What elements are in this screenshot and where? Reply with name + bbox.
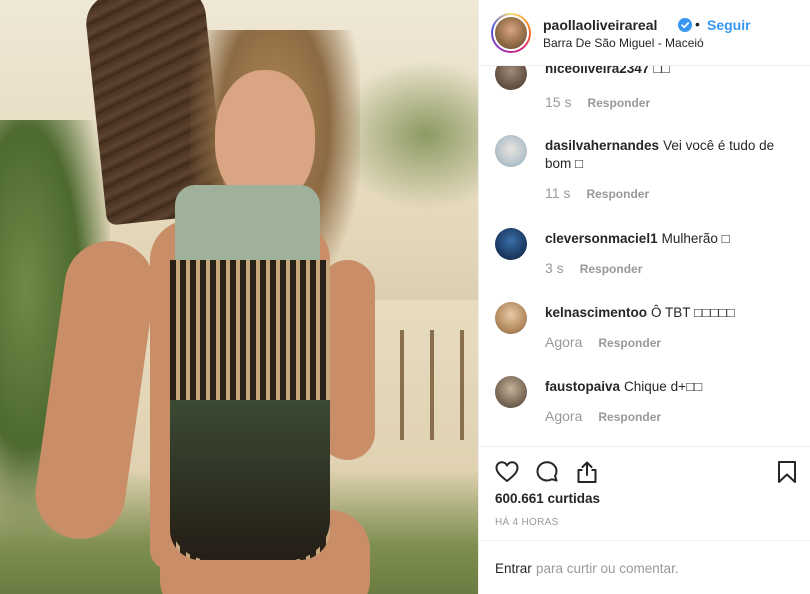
- comment-text: niceoliveira2347 □□: [545, 66, 785, 78]
- photo-fence-post: [430, 330, 434, 440]
- photo-arm-left: [29, 235, 161, 545]
- reply-button[interactable]: Responder: [580, 262, 643, 276]
- post-actions-bar: [479, 446, 810, 492]
- comment-list[interactable]: niceoliveira2347 □□ 15 s Responder dasilva…: [479, 66, 810, 446]
- photo-fence-post: [460, 330, 464, 440]
- comment-time[interactable]: Agora: [545, 334, 582, 350]
- comment-time[interactable]: 11 s: [545, 185, 570, 201]
- author-avatar-image: [493, 15, 529, 51]
- login-prompt-text: para curtir ou comentar.: [536, 561, 679, 576]
- reply-button[interactable]: Responder: [598, 410, 661, 424]
- author-username-link[interactable]: paollaoliveirareal: [543, 17, 657, 33]
- login-link[interactable]: Entrar: [495, 561, 532, 576]
- reply-button[interactable]: Responder: [586, 187, 649, 201]
- comment-time[interactable]: Agora: [545, 408, 582, 424]
- comment-time[interactable]: 3 s: [545, 260, 564, 276]
- comment-time[interactable]: 15 s: [545, 94, 571, 110]
- comment-text: cleversonmaciel1 Mulherão □: [545, 230, 785, 248]
- comment-body: Mulherão □: [661, 231, 730, 246]
- add-comment-section: Entrar para curtir ou comentar.: [479, 540, 810, 594]
- photo-fence-post: [400, 330, 404, 440]
- commenter-username[interactable]: niceoliveira2347: [545, 66, 649, 76]
- photo-swimsuit-bottom: [170, 400, 330, 560]
- commenter-avatar[interactable]: [495, 302, 527, 334]
- commenter-username[interactable]: cleversonmaciel1: [545, 231, 658, 246]
- commenter-avatar[interactable]: [495, 66, 527, 90]
- comment-body: Ô TBT □□□□□: [651, 305, 735, 320]
- commenter-username[interactable]: dasilvahernandes: [545, 138, 659, 153]
- commenter-avatar[interactable]: [495, 228, 527, 260]
- comment-text: kelnascimentoo Ô TBT □□□□□: [545, 304, 785, 322]
- location-link[interactable]: Barra De São Miguel - Maceió: [543, 36, 704, 50]
- header-separator: •: [695, 16, 700, 32]
- post-photo[interactable]: [0, 0, 478, 594]
- comment-body: Chique d+□□: [624, 379, 703, 394]
- heart-icon[interactable]: [494, 459, 520, 485]
- post-header: paollaoliveirareal • Seguir Barra De São…: [479, 0, 810, 66]
- reply-button[interactable]: Responder: [587, 96, 650, 110]
- comment-meta: Agora Responder: [545, 408, 661, 424]
- photo-person: [29, 30, 380, 594]
- verified-badge-icon: [678, 18, 692, 32]
- post-side-panel: paollaoliveirareal • Seguir Barra De São…: [478, 0, 810, 594]
- reply-button[interactable]: Responder: [598, 336, 661, 350]
- comment-text: faustopaiva Chique d+□□: [545, 378, 785, 396]
- comment-body: □□: [653, 66, 670, 76]
- comment-meta: 3 s Responder: [545, 260, 642, 276]
- comment-meta: 11 s Responder: [545, 185, 649, 201]
- likes-count[interactable]: 600.661 curtidas: [495, 491, 600, 506]
- follow-button[interactable]: Seguir: [707, 17, 751, 33]
- comment-meta: 15 s Responder: [545, 94, 650, 110]
- author-avatar[interactable]: [491, 13, 531, 53]
- commenter-username[interactable]: kelnascimentoo: [545, 305, 647, 320]
- comment-text: dasilvahernandes Vei você é tudo de bom □: [545, 137, 785, 173]
- comment-meta: Agora Responder: [545, 334, 661, 350]
- commenter-username[interactable]: faustopaiva: [545, 379, 620, 394]
- commenter-avatar[interactable]: [495, 376, 527, 408]
- speech-bubble-icon[interactable]: [534, 459, 560, 485]
- post-timestamp[interactable]: HÁ 4 HORAS: [495, 517, 559, 528]
- commenter-avatar[interactable]: [495, 135, 527, 167]
- bookmark-icon[interactable]: [774, 459, 800, 485]
- share-icon[interactable]: [574, 459, 600, 485]
